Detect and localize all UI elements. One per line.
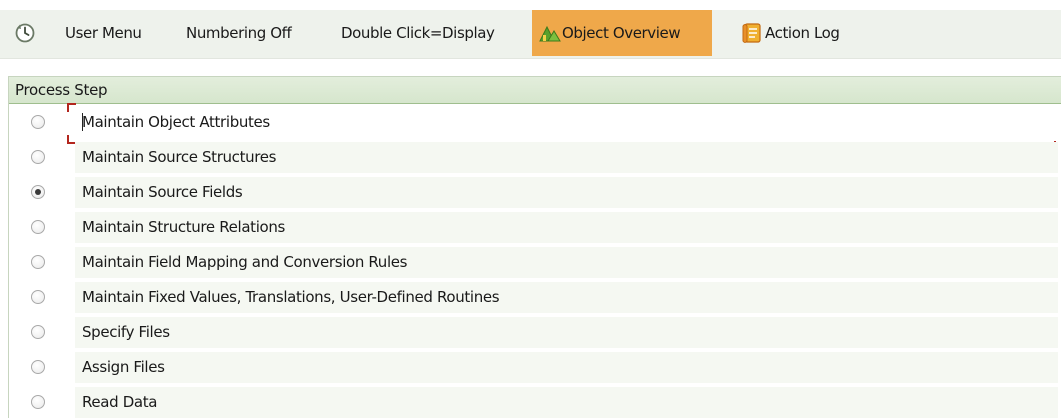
object-overview-label: Object Overview: [562, 24, 681, 42]
user-menu-button[interactable]: User Menu: [65, 10, 142, 56]
step-label[interactable]: Maintain Source Fields: [75, 177, 1058, 208]
step-radio-selected[interactable]: [31, 185, 45, 199]
double-click-display-label: Double Click=Display: [341, 24, 495, 42]
step-row[interactable]: Maintain Structure Relations: [9, 210, 1061, 245]
object-overview-button[interactable]: Object Overview: [532, 10, 712, 56]
object-overview-icon: [538, 23, 562, 43]
step-label[interactable]: Maintain Source Structures: [75, 142, 1058, 173]
step-label[interactable]: Assign Files: [75, 352, 1058, 383]
action-log-label: Action Log: [765, 24, 840, 42]
step-row[interactable]: Specify Files: [9, 315, 1061, 350]
step-radio[interactable]: [31, 150, 45, 164]
step-row[interactable]: Maintain Source Structures: [9, 140, 1061, 175]
step-radio[interactable]: [31, 360, 45, 374]
step-row[interactable]: Maintain Field Mapping and Conversion Ru…: [9, 245, 1061, 280]
step-row[interactable]: Read Data: [9, 385, 1061, 420]
step-row[interactable]: Maintain Object Attributes: [9, 103, 1061, 150]
step-row[interactable]: Assign Files: [9, 350, 1061, 385]
step-row[interactable]: Maintain Fixed Values, Translations, Use…: [9, 280, 1061, 315]
double-click-display-button[interactable]: Double Click=Display: [341, 10, 495, 56]
step-radio[interactable]: [31, 395, 45, 409]
step-label[interactable]: Maintain Object Attributes: [75, 107, 1058, 138]
step-label[interactable]: Specify Files: [75, 317, 1058, 348]
text-cursor: [82, 113, 83, 131]
step-radio[interactable]: [31, 325, 45, 339]
step-radio[interactable]: [31, 220, 45, 234]
toolbar-strip: [0, 10, 1061, 59]
step-radio[interactable]: [31, 115, 45, 129]
clock-button[interactable]: [14, 10, 36, 56]
step-row[interactable]: Maintain Source Fields: [9, 175, 1061, 210]
step-label[interactable]: Maintain Structure Relations: [75, 212, 1058, 243]
action-log-button[interactable]: Action Log: [741, 10, 840, 56]
numbering-off-button[interactable]: Numbering Off: [186, 10, 292, 56]
action-log-icon: [741, 22, 765, 44]
step-label[interactable]: Read Data: [75, 387, 1058, 418]
user-menu-label: User Menu: [65, 24, 142, 42]
step-label[interactable]: Maintain Field Mapping and Conversion Ru…: [75, 247, 1058, 278]
process-step-panel: Process Step Maintain Object Attributes …: [8, 76, 1061, 418]
application-toolbar: User Menu Numbering Off Double Click=Dis…: [0, 0, 1061, 66]
step-label[interactable]: Maintain Fixed Values, Translations, Use…: [75, 282, 1058, 313]
clock-icon: [14, 22, 36, 44]
panel-header: Process Step: [9, 77, 1061, 104]
numbering-off-label: Numbering Off: [186, 24, 292, 42]
step-radio[interactable]: [31, 255, 45, 269]
step-radio[interactable]: [31, 290, 45, 304]
